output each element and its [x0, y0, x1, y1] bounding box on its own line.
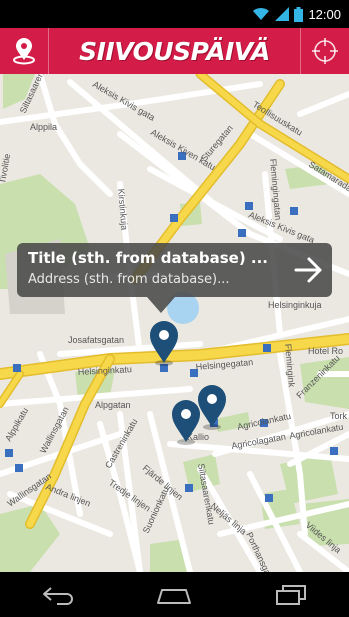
- arrow-right-icon[interactable]: [292, 253, 326, 287]
- status-icons: 12:00: [252, 5, 341, 23]
- wifi-icon: [253, 7, 270, 20]
- app-header: SIIVOUSPÄIVÄ: [0, 28, 349, 74]
- my-location-button[interactable]: [0, 28, 49, 74]
- street-label: Kirstinkuja: [116, 188, 130, 230]
- status-time: 12:00: [308, 6, 341, 22]
- map-pin[interactable]: [195, 384, 229, 430]
- back-button[interactable]: [28, 575, 88, 615]
- street-label: Alppila: [30, 122, 57, 132]
- app-logo: SIIVOUSPÄIVÄ: [79, 36, 270, 66]
- street-label: Alppikatu: [3, 406, 30, 443]
- recent-apps-icon: [275, 584, 306, 605]
- callout-title: Title (sth. from database) ...: [28, 249, 268, 267]
- street-label: Alpgatan: [95, 400, 131, 410]
- info-callout[interactable]: Title (sth. from database) ... Address (…: [17, 243, 332, 297]
- street-label: Andra linjen: [44, 482, 92, 509]
- system-nav-bar: [0, 572, 349, 617]
- street-label: Hotel Ro: [308, 346, 343, 356]
- screen: 12:00 SIIVOUSPÄIVÄ Siltasaarenkatu Alppi…: [0, 0, 349, 617]
- street-label: Tivolitie: [0, 153, 12, 184]
- map-pin-icon: [150, 321, 178, 366]
- location-pin-icon: [13, 38, 35, 65]
- signal-icon: [275, 7, 290, 21]
- recent-apps-button[interactable]: [261, 575, 321, 615]
- crosshair-icon: [312, 38, 338, 64]
- street-label: Helsinginkatu: [78, 364, 132, 377]
- home-button[interactable]: [144, 575, 204, 615]
- map-view[interactable]: Siltasaarenkatu Alppila Aleksis Kivis ga…: [0, 74, 349, 572]
- street-label: Helsinginkuja: [268, 300, 322, 310]
- street-label: Tork: [330, 411, 348, 421]
- map-pin[interactable]: [147, 320, 181, 366]
- home-icon: [157, 588, 192, 604]
- callout-pointer: [147, 297, 175, 313]
- map-pin-icon: [198, 385, 226, 430]
- crosshair-button[interactable]: [300, 28, 349, 74]
- status-bar: 12:00: [0, 0, 349, 28]
- back-icon: [43, 586, 74, 605]
- battery-icon: [294, 6, 304, 22]
- street-label: Agricolagatan: [231, 432, 287, 451]
- street-label: Josafatsgatan: [68, 335, 124, 345]
- callout-address: Address (sth. from database)...: [28, 272, 230, 287]
